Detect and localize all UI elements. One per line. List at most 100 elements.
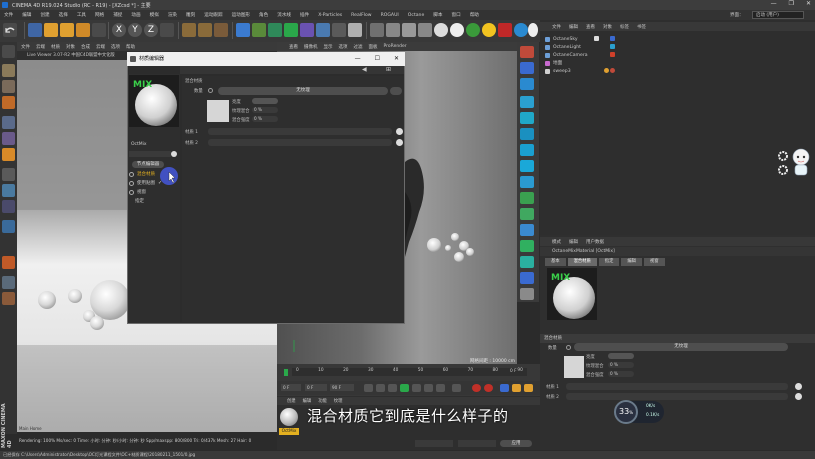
- undo-icon[interactable]: [3, 23, 17, 37]
- material-tag-icon[interactable]: [604, 68, 609, 73]
- more-icon[interactable]: ⊞: [386, 66, 391, 73]
- attribute-tab-3[interactable]: 编辑: [621, 258, 642, 266]
- x-axis-icon[interactable]: X: [112, 23, 126, 37]
- subdivision-icon[interactable]: [268, 23, 282, 37]
- slot-link-icon[interactable]: [396, 128, 403, 135]
- render-picture-icon[interactable]: [198, 23, 212, 37]
- octane-globe-icon[interactable]: [514, 23, 528, 37]
- object-row[interactable]: OctaneLight: [545, 43, 805, 51]
- material-name-input[interactable]: [129, 151, 171, 157]
- octane-volume-icon[interactable]: [520, 128, 534, 140]
- attribute-menu-item-0[interactable]: 模式: [552, 239, 561, 245]
- tag-icon[interactable]: [594, 36, 599, 41]
- menu-item-2[interactable]: 创建: [40, 12, 49, 18]
- menu-item-4[interactable]: 工具: [77, 12, 86, 18]
- menu-item-6[interactable]: 捕捉: [113, 12, 122, 18]
- dialog-close-button[interactable]: ✕: [394, 52, 399, 66]
- dialog-texture-button[interactable]: 无纹理: [218, 87, 388, 95]
- slot-link-icon[interactable]: [795, 393, 802, 400]
- octane-camera-icon[interactable]: [370, 23, 384, 37]
- octane-light-icon[interactable]: [386, 23, 400, 37]
- light-icon[interactable]: [348, 23, 362, 37]
- amount-texture-button[interactable]: 无纹理: [574, 343, 788, 351]
- octane-spline-icon[interactable]: [520, 224, 534, 236]
- object-menu-item-4[interactable]: 标签: [620, 24, 629, 30]
- object-menu-item-5[interactable]: 书签: [637, 24, 646, 30]
- dialog-texture-more-button[interactable]: [390, 87, 402, 95]
- attribute-tab-1[interactable]: 混合材质: [568, 258, 597, 266]
- menu-item-8[interactable]: 模拟: [150, 12, 159, 18]
- playhead[interactable]: [284, 369, 288, 376]
- live-viewer-menu-item-0[interactable]: 文件: [21, 44, 30, 50]
- material-menu-item-2[interactable]: 功能: [318, 398, 327, 404]
- octane-area-light-icon[interactable]: [402, 23, 416, 37]
- auto-key-button[interactable]: [484, 384, 493, 392]
- octane-bird-icon[interactable]: [520, 256, 534, 268]
- menu-item-3[interactable]: 选择: [59, 12, 68, 18]
- dialog-minimize-button[interactable]: —: [355, 52, 361, 66]
- maximize-button[interactable]: ❐: [789, 0, 794, 7]
- key-rot-button[interactable]: [512, 384, 521, 392]
- menu-item-21[interactable]: 窗口: [452, 12, 461, 18]
- attribute-menu-item-1[interactable]: 编辑: [569, 239, 578, 245]
- viewport-menu-item-3[interactable]: 选项: [339, 44, 348, 50]
- sculpt-icon[interactable]: [2, 292, 15, 305]
- live-viewer-menu-item-4[interactable]: 合成: [81, 44, 90, 50]
- dialog-slot-field[interactable]: [208, 139, 392, 146]
- material-menu-item-0[interactable]: 创建: [287, 398, 296, 404]
- animate-dot-icon[interactable]: [208, 88, 213, 93]
- coord-mode-select[interactable]: [415, 440, 453, 447]
- animate-dot-icon[interactable]: [566, 345, 571, 350]
- octane-env-icon[interactable]: [520, 176, 534, 188]
- object-row[interactable]: OctaneSky: [545, 35, 805, 43]
- menu-item-0[interactable]: 文件: [4, 12, 13, 18]
- object-menu-item-2[interactable]: 查看: [586, 24, 595, 30]
- make-editable-icon[interactable]: [2, 45, 15, 58]
- param-field[interactable]: 0 %: [608, 362, 634, 368]
- menu-item-1[interactable]: 编辑: [22, 12, 31, 18]
- grid-icon[interactable]: [2, 276, 15, 289]
- go-start-button[interactable]: [364, 384, 373, 392]
- octane-green-icon[interactable]: [466, 23, 480, 37]
- viewport-menu-item-4[interactable]: 过滤: [354, 44, 363, 50]
- viewport-menu-item-0[interactable]: 查看: [289, 44, 298, 50]
- object-menu-item-1[interactable]: 编辑: [569, 24, 578, 30]
- menu-item-14[interactable]: 流水线: [277, 12, 291, 18]
- tag-icon[interactable]: [610, 52, 615, 57]
- octane-texture-icon[interactable]: [520, 78, 534, 90]
- param-field[interactable]: [608, 353, 634, 359]
- octane-hdri-icon[interactable]: [418, 23, 432, 37]
- attribute-tab-2[interactable]: 指定: [599, 258, 620, 266]
- attribute-tab-0[interactable]: 基本: [545, 258, 566, 266]
- menu-item-12[interactable]: 运动图形: [232, 12, 250, 18]
- back-arrow-icon[interactable]: ◀: [362, 66, 367, 73]
- menu-item-20[interactable]: 脚本: [433, 12, 442, 18]
- tag-icon[interactable]: [610, 36, 615, 41]
- material-tag-icon[interactable]: [610, 68, 615, 73]
- live-viewer-menu-item-3[interactable]: 对象: [66, 44, 75, 50]
- object-row[interactable]: OctaneCamera: [545, 51, 805, 59]
- menu-item-11[interactable]: 运动跟踪: [204, 12, 222, 18]
- live-viewer-menu-item-1[interactable]: 云端: [36, 44, 45, 50]
- octane-material-icon[interactable]: [520, 62, 534, 74]
- apply-button[interactable]: 应用: [500, 440, 532, 447]
- snap-icon[interactable]: [2, 184, 15, 197]
- prev-key-button[interactable]: [376, 384, 385, 392]
- current-frame-field[interactable]: 0 F: [305, 384, 327, 391]
- minimize-button[interactable]: —: [771, 0, 777, 7]
- menu-item-5[interactable]: 网格: [95, 12, 104, 18]
- menu-item-10[interactable]: 雕刻: [186, 12, 195, 18]
- tag-icon[interactable]: [610, 44, 615, 49]
- coord-size-select[interactable]: [458, 440, 496, 447]
- start-frame-field[interactable]: 0 F: [281, 384, 301, 391]
- material-slot-field[interactable]: [566, 383, 788, 390]
- prev-frame-button[interactable]: [388, 384, 397, 392]
- octane-sphere-icon[interactable]: [434, 23, 448, 37]
- material-thumbnail[interactable]: [280, 408, 298, 426]
- channel-assign[interactable]: 指定: [135, 198, 144, 204]
- next-frame-button[interactable]: [412, 384, 421, 392]
- attribute-tab-4[interactable]: 视窗: [644, 258, 665, 266]
- play-button[interactable]: [400, 384, 409, 392]
- menu-item-19[interactable]: Octane: [408, 13, 425, 18]
- octane-tag-icon[interactable]: [520, 160, 534, 172]
